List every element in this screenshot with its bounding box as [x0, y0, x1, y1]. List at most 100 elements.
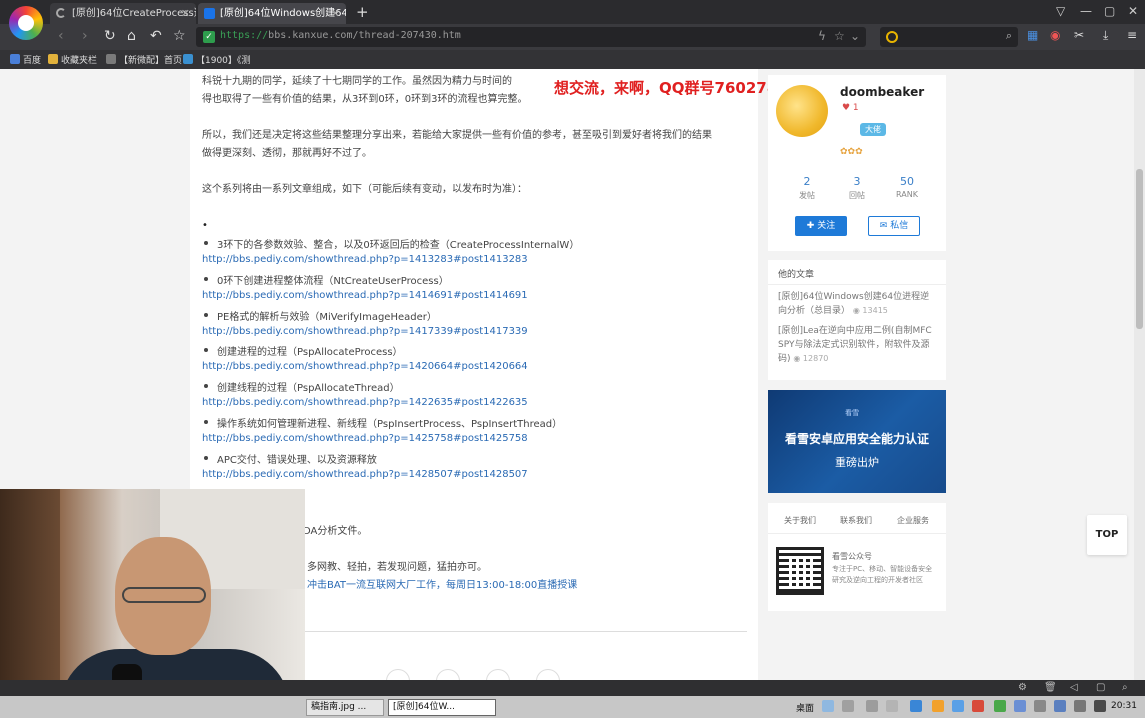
bookmark-star-icon[interactable]: ☆	[834, 29, 845, 43]
qq-icon[interactable]	[972, 700, 984, 712]
message-button[interactable]: ✉ 私信	[868, 216, 920, 236]
avatar[interactable]	[776, 85, 828, 137]
tray-icon[interactable]	[822, 700, 834, 712]
bookmark-1900[interactable]: 【1900】《测	[183, 53, 250, 66]
volume-icon[interactable]	[1074, 700, 1086, 712]
other-article-link[interactable]: [原创]64位Windows创建64位进程逆向分析（总目录） ◉ 13415	[778, 290, 938, 318]
trash-icon[interactable]: 🗑	[1044, 682, 1057, 693]
window-icon[interactable]: ▢	[1096, 682, 1105, 693]
undo-icon[interactable]: ↶	[150, 28, 162, 44]
series-item-link[interactable]: http://bbs.pediy.com/showthread.php?p=14…	[202, 397, 528, 408]
follow-button[interactable]: ✚ 关注	[795, 216, 847, 236]
series-item-link[interactable]: http://bbs.pediy.com/showthread.php?p=14…	[202, 290, 528, 301]
banner-logo: 看雪	[845, 409, 859, 417]
back-icon[interactable]: ‹	[58, 28, 64, 44]
secure-lock-icon: ✓	[203, 31, 215, 43]
network-icon[interactable]	[1034, 700, 1046, 712]
game-icon[interactable]: ◉	[1050, 28, 1060, 42]
presenter-glasses	[122, 587, 206, 603]
skin-icon[interactable]: ▽	[1056, 4, 1065, 18]
view-count-value: 13415	[862, 306, 888, 315]
about-link[interactable]: 关于我们	[784, 515, 816, 526]
taskbar-image-viewer[interactable]: 稿指南.jpg ...	[306, 699, 384, 716]
author-profile-card: doombeaker ♥ 1 大佬 ✿✿✿ 2 发帖 3 回帖 50 RANK …	[768, 75, 946, 251]
volume-icon[interactable]: ◁	[1070, 682, 1078, 693]
bookmark-folder[interactable]: 收藏夹栏	[48, 53, 97, 66]
close-icon[interactable]: ✕	[181, 3, 190, 24]
download-icon[interactable]: ⤓	[1103, 28, 1108, 43]
rank-badge: 大佬	[860, 123, 886, 136]
search-input[interactable]: ⌕	[880, 27, 1018, 47]
new-tab-button[interactable]: +	[356, 3, 369, 21]
promo-banner[interactable]: 看雪 看雪安卓应用安全能力认证 重磅出炉	[768, 390, 946, 493]
pager-dot[interactable]	[386, 669, 410, 680]
tray-icon[interactable]	[842, 700, 854, 712]
tab-createprocess[interactable]: [原创]64位CreateProcess逆 ✕	[50, 3, 196, 24]
chevron-down-icon[interactable]: ⌄	[850, 29, 860, 43]
other-articles-title: 他的文章	[778, 270, 815, 280]
reload-icon[interactable]: ↻	[104, 28, 116, 44]
close-icon[interactable]: ✕	[331, 3, 340, 24]
series-item-link[interactable]: http://bbs.pediy.com/showthread.php?p=14…	[202, 254, 528, 265]
clock[interactable]: 20:31	[1111, 701, 1137, 711]
url-text[interactable]: https://bbs.kanxue.com/thread-207430.htm	[220, 30, 461, 41]
bookmark-baidu[interactable]: 百度	[10, 53, 41, 66]
tail-line-3[interactable]: 冲击BAT一流互联网大厂工作，每周日13:00-18:00直播授课	[307, 577, 577, 595]
scroll-thumb[interactable]	[1136, 169, 1143, 329]
banner-title: 看雪安卓应用安全能力认证	[784, 432, 929, 446]
tray-icon[interactable]	[1094, 700, 1106, 712]
series-item-link[interactable]: http://bbs.pediy.com/showthread.php?p=14…	[202, 361, 528, 372]
pager-dot[interactable]	[536, 669, 560, 680]
stat-replies[interactable]: 3 回帖	[832, 175, 882, 201]
pager-dot[interactable]	[436, 669, 460, 680]
footer-card: 关于我们 联系我们 企业服务 看雪公众号 专注于PC、移动、智能设备安全研究及逆…	[768, 503, 946, 611]
maximize-button[interactable]: ▢	[1104, 4, 1115, 18]
minimize-button[interactable]: —	[1080, 4, 1092, 18]
tray-icon[interactable]	[994, 700, 1006, 712]
username[interactable]: doombeaker	[840, 85, 924, 99]
enterprise-link[interactable]: 企业服务	[897, 515, 929, 526]
star-icon[interactable]: ☆	[173, 28, 186, 44]
scissors-icon[interactable]: ✂	[1074, 28, 1084, 42]
lightning-icon[interactable]: ϟ	[818, 29, 826, 43]
close-window-button[interactable]: ✕	[1128, 4, 1138, 18]
tail-line-2: 多网教、轻拍，若发现问题，猛拍亦可。	[307, 562, 487, 573]
series-item-link[interactable]: http://bbs.pediy.com/showthread.php?p=14…	[202, 469, 528, 480]
back-to-top-button[interactable]: TOP	[1087, 515, 1127, 555]
tray-icon[interactable]	[866, 700, 878, 712]
apps-icon[interactable]: ▦	[1027, 28, 1038, 42]
address-bar[interactable]: ✓ https://bbs.kanxue.com/thread-207430.h…	[196, 27, 866, 47]
url-scheme: https://	[220, 30, 269, 41]
tray-icon[interactable]	[886, 700, 898, 712]
bookmark-xinweipei[interactable]: 【新微配】首页	[106, 53, 182, 66]
tray-icon[interactable]	[932, 700, 944, 712]
search-icon[interactable]: ⌕	[1006, 29, 1012, 43]
menu-icon[interactable]: ≡	[1127, 28, 1137, 42]
series-item-link[interactable]: http://bbs.pediy.com/showthread.php?p=14…	[202, 326, 528, 337]
toolbar: ‹ › ↻ ⌂ ↶ ☆ ✓ https://bbs.kanxue.com/thr…	[0, 24, 1145, 50]
other-article-link[interactable]: [原创]Lea在逆向中应用二例(自制MFC SPY与除法定式识别软件，附软件及源…	[778, 324, 938, 366]
stat-value: 3	[853, 175, 861, 188]
tray-icon[interactable]	[910, 700, 922, 712]
stat-rank[interactable]: 50 RANK	[882, 175, 932, 199]
bookmark-label: 【1900】《测	[196, 56, 251, 66]
series-item-title: 3环下的各参数效验、整合，以及0环返回后的检查（CreateProcessInt…	[203, 236, 579, 251]
home-icon[interactable]: ⌂	[127, 28, 136, 44]
tray-icon[interactable]	[1014, 700, 1026, 712]
contact-link[interactable]: 联系我们	[840, 515, 872, 526]
series-item-link[interactable]: http://bbs.pediy.com/showthread.php?p=14…	[202, 433, 528, 444]
browser-logo-icon[interactable]	[9, 6, 43, 40]
tray-icon[interactable]	[952, 700, 964, 712]
zoom-icon[interactable]: ⌕	[1122, 682, 1128, 693]
settings-icon[interactable]: ⚙	[1018, 682, 1027, 693]
forward-icon[interactable]: ›	[82, 28, 88, 44]
pager-dot[interactable]	[486, 669, 510, 680]
heart-icon: ♥ 1	[842, 103, 859, 113]
page-scrollbar[interactable]	[1134, 69, 1145, 680]
stat-label: 发帖	[799, 191, 815, 200]
desktop-label[interactable]: 桌面	[796, 701, 814, 714]
tab-active-thread[interactable]: [原创]64位Windows创建64位进 ✕	[198, 3, 346, 24]
taskbar-browser[interactable]: [原创]64位W...	[388, 699, 496, 716]
tray-icon[interactable]	[1054, 700, 1066, 712]
stat-posts[interactable]: 2 发帖	[782, 175, 832, 201]
